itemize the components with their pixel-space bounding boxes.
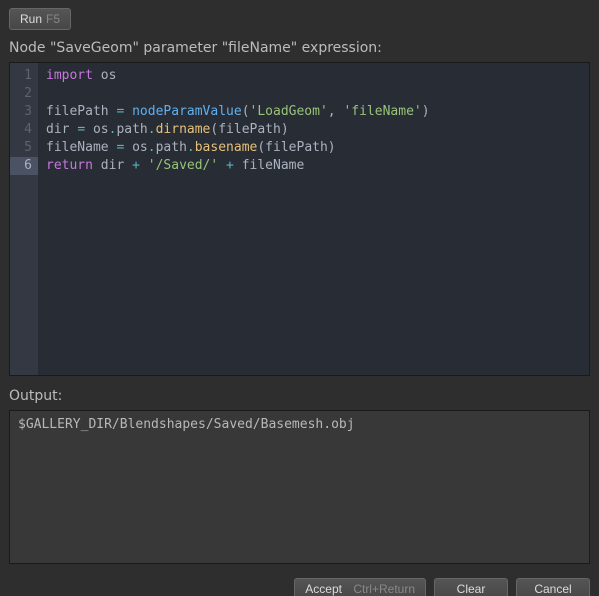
expression-header: Node "SaveGeom" parameter "fileName" exp… <box>9 40 590 56</box>
accept-button[interactable]: Accept Ctrl+Return <box>294 578 426 596</box>
run-button[interactable]: Run F5 <box>9 8 71 30</box>
clear-button[interactable]: Clear <box>434 578 508 596</box>
output-label: Output: <box>9 388 590 404</box>
code-line: dir = os.path.dirname(filePath) <box>46 121 430 139</box>
line-number: 3 <box>14 103 32 121</box>
line-number: 5 <box>14 139 32 157</box>
accept-button-shortcut: Ctrl+Return <box>353 582 415 596</box>
line-gutter: 123456 <box>10 63 38 375</box>
code-line: fileName = os.path.basename(filePath) <box>46 139 430 157</box>
code-editor[interactable]: 123456 import os filePath = nodeParamValu… <box>9 62 590 376</box>
run-button-shortcut: F5 <box>46 12 60 26</box>
line-number: 1 <box>14 67 32 85</box>
cancel-button[interactable]: Cancel <box>516 578 590 596</box>
line-number: 4 <box>14 121 32 139</box>
code-line <box>46 85 430 103</box>
button-row: Accept Ctrl+Return Clear Cancel <box>9 578 590 596</box>
code-line: return dir + '/Saved/' + fileName <box>46 157 430 175</box>
toolbar: Run F5 <box>9 8 590 30</box>
code-line: filePath = nodeParamValue('LoadGeom', 'f… <box>46 103 430 121</box>
output-panel[interactable]: $GALLERY_DIR/Blendshapes/Saved/Basemesh.… <box>9 410 590 564</box>
code-line: import os <box>46 67 430 85</box>
line-number: 6 <box>10 157 38 175</box>
output-text: $GALLERY_DIR/Blendshapes/Saved/Basemesh.… <box>18 417 355 432</box>
line-number: 2 <box>14 85 32 103</box>
code-area[interactable]: import os filePath = nodeParamValue('Load… <box>38 63 430 375</box>
run-button-label: Run <box>20 12 42 26</box>
accept-button-label: Accept <box>305 582 342 596</box>
